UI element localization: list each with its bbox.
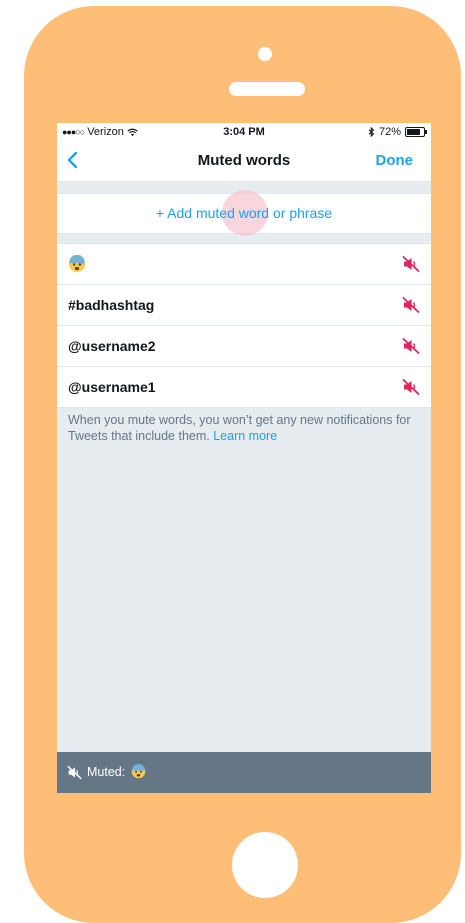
list-item[interactable]: @username1 <box>57 367 431 408</box>
phone-screen: ●●●○○ Verizon 3:04 PM 72% Muted words Do… <box>57 123 431 793</box>
battery-tip <box>425 130 427 134</box>
info-text: When you mute words, you won’t get any n… <box>68 412 424 444</box>
list-item[interactable] <box>57 244 431 285</box>
muted-speaker-icon[interactable] <box>402 255 420 273</box>
home-button[interactable] <box>232 832 298 898</box>
muted-toast: Muted: <box>57 752 431 793</box>
status-bar: ●●●○○ Verizon 3:04 PM 72% <box>57 123 431 141</box>
muted-word-label: #badhashtag <box>68 297 155 313</box>
muted-speaker-icon[interactable] <box>402 296 420 314</box>
battery-icon <box>405 127 427 137</box>
battery-percent: 72% <box>378 126 401 138</box>
list-item[interactable]: @username2 <box>57 326 431 367</box>
anxious-face-emoji <box>68 255 86 273</box>
battery-fill <box>407 129 420 135</box>
earpiece-speaker <box>229 82 305 96</box>
toast-label: Muted: <box>87 765 126 779</box>
status-right: 72% <box>368 126 427 138</box>
list-item[interactable]: #badhashtag <box>57 285 431 326</box>
add-muted-word-label: + Add muted word or phrase <box>155 205 333 221</box>
bluetooth-icon <box>368 127 375 137</box>
muted-word-label: @username2 <box>68 338 156 354</box>
muted-words-list: #badhashtag @username2 @username1 <box>57 243 431 408</box>
done-button[interactable]: Done <box>376 152 414 169</box>
muted-word-label: @username1 <box>68 379 156 395</box>
learn-more-link[interactable]: Learn more <box>213 429 277 443</box>
anxious-face-emoji <box>131 764 146 779</box>
muted-speaker-icon <box>67 765 82 780</box>
muted-speaker-icon[interactable] <box>402 337 420 355</box>
navigation-bar: Muted words Done <box>57 141 431 182</box>
muted-speaker-icon[interactable] <box>402 378 420 396</box>
add-muted-word-button[interactable]: + Add muted word or phrase <box>57 190 431 236</box>
front-camera <box>258 47 272 61</box>
